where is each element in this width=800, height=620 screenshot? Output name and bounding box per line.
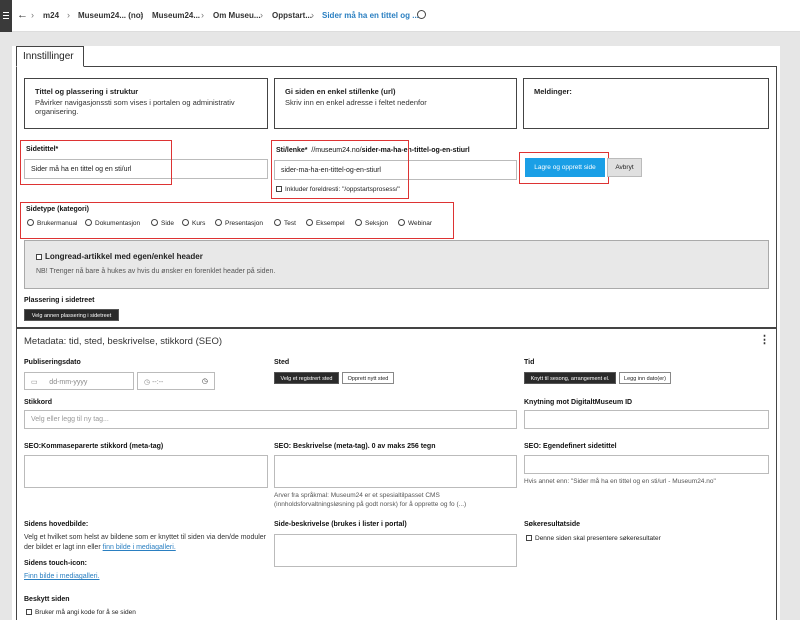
card-title-placement: Tittel og plassering i struktur Påvirker… xyxy=(24,78,268,129)
card-text: Skriv inn en enkel adresse i feltet nede… xyxy=(285,98,427,107)
metadata-heading: Metadata: tid, sted, beskrivelse, stikko… xyxy=(24,336,222,347)
top-gutter xyxy=(12,32,780,46)
back-arrow-icon[interactable]: ← xyxy=(17,9,28,21)
more-options-icon[interactable]: ⋮ xyxy=(759,333,770,346)
digitalt-input[interactable] xyxy=(524,410,769,429)
media-gallery-link[interactable]: finn bilde i mediagalleri. xyxy=(103,544,176,551)
top-bar: ← › m24 › Museum24... (no) › Museum24...… xyxy=(0,0,800,32)
time-input[interactable]: ◷ --:-- ◷ xyxy=(137,372,215,390)
connect-season-button[interactable]: Knytt til sesong, arrangement el. xyxy=(524,372,616,384)
search-label: Søkeresultatside xyxy=(524,521,581,528)
longread-checkbox[interactable]: Longread-artikkel med egen/enkel header xyxy=(36,252,203,261)
breadcrumb-item[interactable]: Om Museu... xyxy=(213,11,261,20)
main-image-text: Velg et hvilket som helst av bildene som… xyxy=(24,534,267,551)
digitalt-label: Knytning mot DigitaltMuseum ID xyxy=(524,399,633,406)
keywords-label: Stikkord xyxy=(24,399,53,406)
search-check-label: Denne siden skal presentere søkeresultat… xyxy=(535,535,661,542)
place-label: Sted xyxy=(274,359,290,366)
seo-desc-label: SEO: Beskrivelse (meta-tag). 0 av maks 2… xyxy=(274,443,436,450)
protect-label: Beskytt siden xyxy=(24,596,70,603)
calendar-icon[interactable]: ▭ xyxy=(31,379,38,386)
protect-checkbox[interactable]: Bruker må angi kode for å se siden xyxy=(26,609,136,616)
highlight-box xyxy=(271,140,409,199)
touch-icon-label: Sidens touch-icon: xyxy=(24,560,87,567)
card-heading: Tittel og plassering i struktur xyxy=(35,87,139,96)
longread-note: NB! Trenger nå bare å hukes av hvis du ø… xyxy=(36,268,276,275)
breadcrumb-item[interactable]: Museum24... (no) xyxy=(78,11,143,20)
search-checkbox[interactable]: Denne siden skal presentere søkeresultat… xyxy=(526,535,661,542)
publish-date-label: Publiseringsdato xyxy=(24,359,81,366)
seo-desc-textarea[interactable] xyxy=(274,455,517,488)
seo-title-input[interactable] xyxy=(524,455,769,474)
side-desc-label: Side-beskrivelse (brukes i lister i port… xyxy=(274,521,407,528)
seo-title-help: Hvis annet enn: "Sider må ha en tittel o… xyxy=(524,478,716,485)
touch-icon-link[interactable]: Finn bilde i mediagalleri. xyxy=(24,573,99,580)
right-gutter xyxy=(780,32,800,620)
menu-icon[interactable] xyxy=(0,0,12,32)
date-input[interactable]: ▭ dd-mm-yyyy xyxy=(24,372,134,390)
breadcrumb-item[interactable]: m24 xyxy=(43,11,59,20)
cancel-button[interactable]: Avbryt xyxy=(607,158,642,177)
tab-settings[interactable]: Innstillinger xyxy=(16,46,84,67)
keywords-input[interactable]: Velg eller legg til ny tag... xyxy=(24,410,517,429)
clock-icon[interactable]: ◷ xyxy=(202,377,208,385)
breadcrumb-item[interactable]: Oppstart... xyxy=(272,11,312,20)
breadcrumb-current: Sider må ha en tittel og ... xyxy=(322,11,419,20)
card-path: Gi siden en enkel sti/lenke (url) Skriv … xyxy=(274,78,517,129)
choose-placement-button[interactable]: Velg annen plassering i sidetreet xyxy=(24,309,119,321)
side-desc-textarea[interactable] xyxy=(274,534,517,567)
time-label: Tid xyxy=(524,359,535,366)
status-circle-icon[interactable] xyxy=(417,10,426,19)
highlight-box xyxy=(519,152,609,184)
card-heading: Meldinger: xyxy=(534,87,572,96)
seo-keywords-label: SEO:Kommaseparerte stikkord (meta-tag) xyxy=(24,443,164,450)
card-messages: Meldinger: xyxy=(523,78,769,129)
seo-desc-help: Arver fra språkmal: Museum24 er et spesi… xyxy=(274,492,467,508)
highlight-box xyxy=(20,140,172,185)
add-dates-button[interactable]: Legg inn dato(er) xyxy=(619,372,671,384)
seo-title-label: SEO: Egendefinert sidetittel xyxy=(524,443,617,450)
checkbox-icon[interactable] xyxy=(526,535,532,541)
breadcrumb-item[interactable]: Museum24... xyxy=(152,11,200,20)
card-text: Påvirker navigasjonssti som vises i port… xyxy=(35,98,235,116)
main-image-label: Sidens hovedbilde: xyxy=(24,521,89,528)
longread-box xyxy=(24,240,769,289)
placement-label: Plassering i sidetreet xyxy=(24,297,95,304)
clock-icon[interactable]: ◷ xyxy=(144,379,150,386)
highlight-box xyxy=(20,202,454,239)
card-heading: Gi siden en enkel sti/lenke (url) xyxy=(285,87,396,96)
left-gutter xyxy=(0,32,12,620)
protect-check-label: Bruker må angi kode for å se siden xyxy=(35,609,136,616)
seo-keywords-textarea[interactable] xyxy=(24,455,268,488)
create-place-button[interactable]: Opprett nytt sted xyxy=(342,372,394,384)
checkbox-icon[interactable] xyxy=(36,254,42,260)
choose-place-button[interactable]: Velg et registrert sted xyxy=(274,372,339,384)
longread-label: Longread-artikkel med egen/enkel header xyxy=(45,252,203,261)
checkbox-icon[interactable] xyxy=(26,609,32,615)
